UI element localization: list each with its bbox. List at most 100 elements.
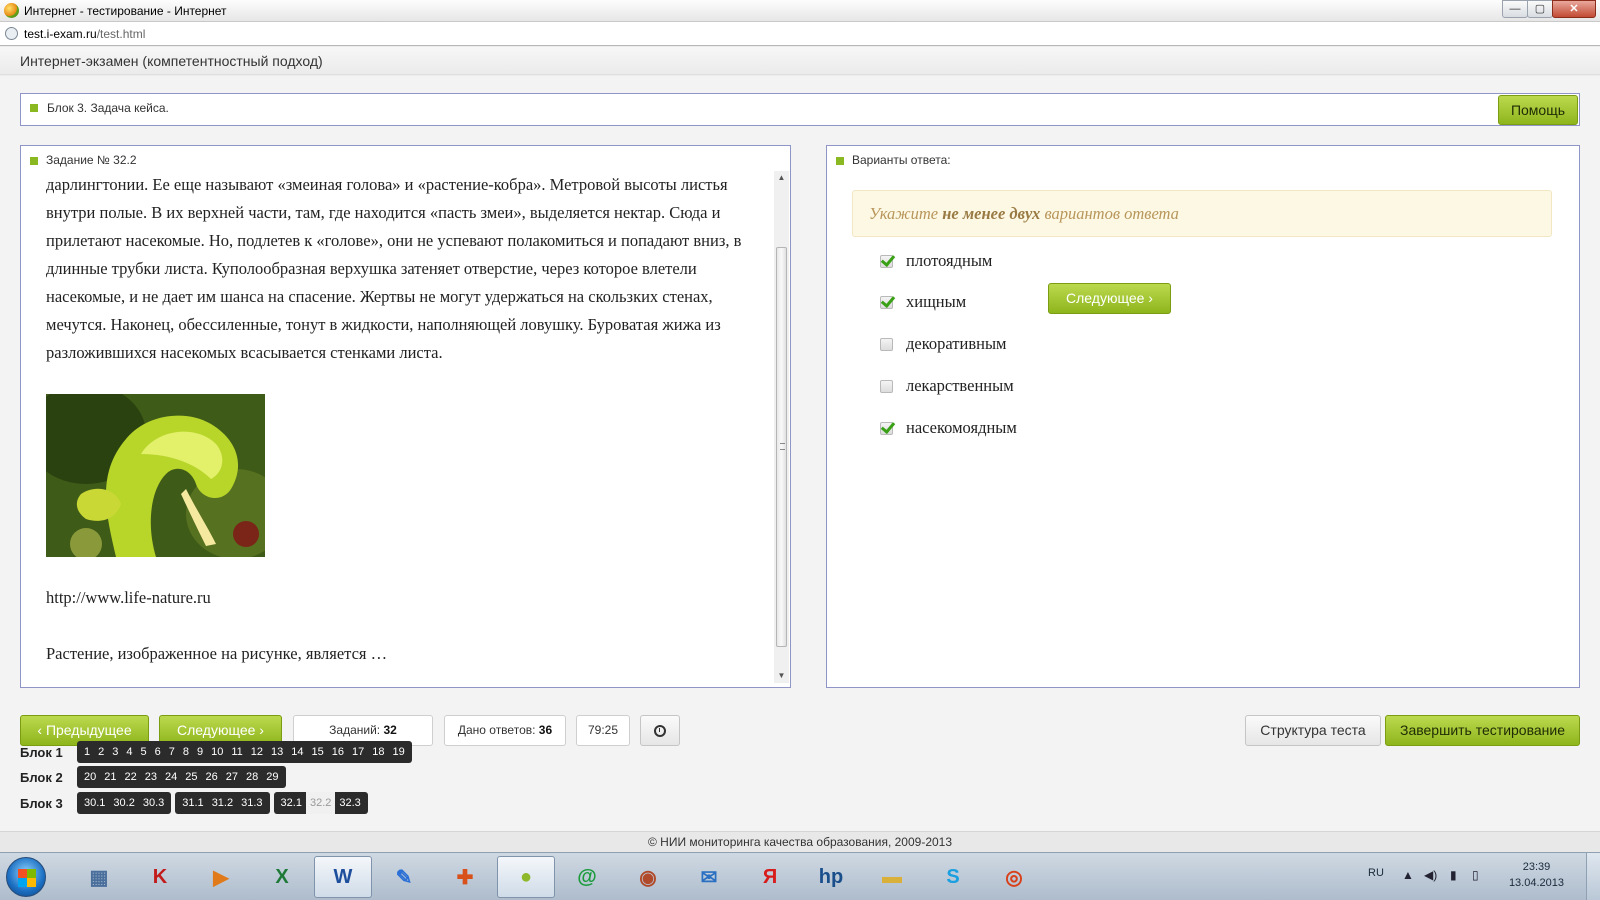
answer-label[interactable]: декоративным (906, 334, 1006, 354)
answer-checkbox[interactable] (880, 337, 893, 351)
answer-checkbox[interactable] (880, 295, 893, 309)
question-number[interactable]: 31.2 (208, 792, 237, 814)
question-number[interactable]: 30.2 (109, 792, 138, 814)
chrome-icon[interactable]: ◎ (985, 856, 1043, 898)
question-number[interactable]: 27 (222, 766, 242, 788)
answer-label[interactable]: плотоядным (906, 251, 992, 271)
question-number[interactable]: 10 (207, 741, 227, 763)
question-number[interactable]: 13 (267, 741, 287, 763)
question-number[interactable]: 6 (151, 741, 165, 763)
calculator-icon[interactable]: ▦ (70, 856, 128, 898)
question-number[interactable]: 3 (108, 741, 122, 763)
question-number[interactable]: 23 (141, 766, 161, 788)
question-number[interactable]: 5 (137, 741, 151, 763)
mail-agent-icon[interactable]: @ (558, 856, 616, 898)
scroll-up-arrow-icon[interactable]: ▲ (774, 171, 789, 185)
url-text[interactable]: test.i-exam.ru/test.html (24, 27, 145, 41)
answer-checkbox[interactable] (880, 254, 893, 268)
question-number[interactable]: 11 (227, 741, 246, 763)
question-number[interactable]: 30.3 (139, 792, 168, 814)
finish-test-button[interactable]: Завершить тестирование (1385, 715, 1580, 746)
task-panel: Задание № 32.2 дарлингтонии. Ее еще назы… (20, 145, 791, 688)
answer-option[interactable]: плотоядным (880, 249, 992, 273)
answer-option[interactable]: хищным Следующее › (880, 283, 1171, 314)
notes-icon[interactable]: ✎ (375, 856, 433, 898)
question-number[interactable]: 8 (179, 741, 193, 763)
media-player-icon[interactable]: ▶ (192, 856, 250, 898)
question-number[interactable]: 25 (181, 766, 201, 788)
volume-icon[interactable]: ◀) (1424, 868, 1437, 882)
question-number[interactable]: 28 (242, 766, 262, 788)
browser-app-icon[interactable]: ● (497, 856, 555, 898)
answer-option[interactable]: декоративным (880, 332, 1006, 356)
question-number[interactable]: 26 (202, 766, 222, 788)
question-number[interactable]: 20 (80, 766, 100, 788)
question-number[interactable]: 29 (262, 766, 282, 788)
task-text: дарлингтонии. Ее еще называют «змеиная г… (46, 175, 742, 362)
minimize-button[interactable]: — (1502, 0, 1528, 18)
timer-toggle-button[interactable] (640, 715, 680, 746)
question-number[interactable]: 32.2 (305, 792, 336, 814)
block-row: Блок 2 20 21 22 23 24 25 26 27 28 29 (20, 766, 290, 788)
question-number[interactable]: 21 (100, 766, 120, 788)
answer-option[interactable]: насекомоядным (880, 416, 1017, 440)
answer-option[interactable]: лекарственным (880, 374, 1014, 398)
question-number[interactable]: 14 (287, 741, 307, 763)
question-number[interactable]: 16 (328, 741, 348, 763)
window-titlebar: Интернет - тестирование - Интернет — ▢ ✕ (0, 0, 1600, 22)
office-tool-icon[interactable]: ✚ (436, 856, 494, 898)
skype-icon[interactable]: S (924, 856, 982, 898)
question-number[interactable]: 9 (193, 741, 207, 763)
folder-icon[interactable]: ▬ (863, 856, 921, 898)
question-number[interactable]: 32.3 (335, 792, 364, 814)
question-number[interactable]: 24 (161, 766, 181, 788)
scroll-down-arrow-icon[interactable]: ▼ (774, 669, 789, 683)
address-bar[interactable]: test.i-exam.ru/test.html (0, 22, 1600, 46)
maximize-button[interactable]: ▢ (1527, 0, 1553, 18)
answer-label[interactable]: насекомоядным (906, 418, 1017, 438)
question-number[interactable]: 12 (247, 741, 267, 763)
globe-app-icon[interactable]: ◉ (619, 856, 677, 898)
tray-expand-icon[interactable]: ▲ (1402, 868, 1414, 882)
help-button[interactable]: Помощь (1498, 95, 1578, 125)
kaspersky-icon[interactable]: K (131, 856, 189, 898)
task-heading: Задание № 32.2 (46, 153, 137, 167)
next-inline-button[interactable]: Следующее › (1048, 283, 1171, 314)
question-number[interactable]: 31.1 (178, 792, 207, 814)
question-number[interactable]: 15 (308, 741, 328, 763)
question-number[interactable]: 32.1 (277, 792, 306, 814)
close-button[interactable]: ✕ (1552, 0, 1596, 18)
start-button[interactable] (6, 857, 46, 897)
question-number[interactable]: 30.1 (80, 792, 109, 814)
question-number[interactable]: 19 (389, 741, 409, 763)
answer-checkbox[interactable] (880, 421, 893, 435)
source-link[interactable]: http://www.life-nature.ru (46, 588, 211, 608)
outlook-icon[interactable]: ✉ (680, 856, 738, 898)
question-number[interactable]: 7 (165, 741, 179, 763)
question-number[interactable]: 22 (121, 766, 141, 788)
scroll-thumb[interactable] (776, 247, 787, 647)
flag-icon[interactable]: ▯ (1472, 868, 1479, 882)
question-number[interactable]: 17 (348, 741, 368, 763)
network-icon[interactable]: ▮ (1450, 868, 1457, 882)
language-indicator[interactable]: RU (1368, 867, 1384, 879)
tasks-count-label: Заданий: (329, 723, 381, 737)
excel-icon[interactable]: X (253, 856, 311, 898)
yandex-icon[interactable]: Я (741, 856, 799, 898)
clock[interactable]: 23:39 13.04.2013 (1509, 859, 1564, 891)
browser-app-icon (4, 3, 19, 18)
show-desktop-button[interactable] (1586, 853, 1600, 900)
test-structure-button[interactable]: Структура теста (1245, 715, 1381, 746)
question-number[interactable]: 1 (80, 741, 94, 763)
word-icon[interactable]: W (314, 856, 372, 898)
answer-label[interactable]: хищным (906, 292, 966, 312)
hp-icon[interactable]: hp (802, 856, 860, 898)
task-scrollbar[interactable]: ▲ ▼ (774, 171, 789, 683)
question-number[interactable]: 31.3 (237, 792, 266, 814)
answer-label[interactable]: лекарственным (906, 376, 1014, 396)
question-number[interactable]: 2 (94, 741, 108, 763)
question-number[interactable]: 18 (368, 741, 388, 763)
question-number[interactable]: 4 (122, 741, 136, 763)
hint-bold: не менее двух (942, 204, 1041, 223)
answer-checkbox[interactable] (880, 379, 893, 393)
